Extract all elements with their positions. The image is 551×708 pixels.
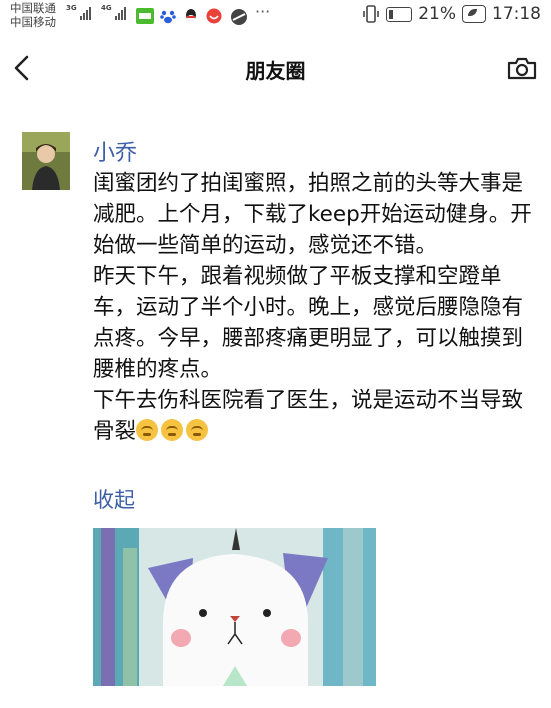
carrier-labels: 中国联通 中国移动	[10, 1, 56, 29]
iqiyi-app-icon	[136, 8, 154, 24]
network-type-2: 4G	[101, 4, 112, 12]
signal-icon-1	[80, 6, 91, 20]
browser-app-icon	[231, 9, 247, 25]
qq-app-icon	[186, 9, 196, 21]
vibrate-icon	[363, 5, 380, 23]
author-avatar[interactable]	[22, 132, 70, 190]
post-paragraph-3: 下午去伤科医院看了医生，说是运动不当导致骨裂	[93, 385, 539, 447]
post-paragraph-3-text: 下午去伤科医院看了医生，说是运动不当导致骨裂	[93, 388, 524, 444]
power-saving-icon	[462, 5, 486, 23]
battery-percent: 21%	[418, 4, 456, 24]
more-notifications: ···	[255, 2, 271, 21]
grimace-emoji-icon	[161, 419, 184, 441]
carrier-2: 中国移动	[10, 15, 56, 29]
network-type-1: 3G	[66, 4, 77, 12]
post-paragraph-1: 闺蜜团约了拍闺蜜照，拍照之前的头等大事是减肥。上个月，下载了keep开始运动健身…	[93, 171, 532, 258]
status-right: 21% 17:18	[362, 4, 541, 24]
post-paragraph-2: 昨天下午，跟着视频做了平板支撑和空蹬单车，运动了半个小时。晚上，感觉后腰隐隐有点…	[93, 264, 524, 382]
battery-icon	[386, 6, 413, 22]
weibo-app-icon	[206, 8, 222, 24]
page-title: 朋友圈	[245, 59, 306, 83]
author-name[interactable]: 小乔	[93, 135, 137, 167]
grimace-emoji-icon	[136, 419, 159, 441]
status-bar: 中国联通 中国移动 3G 4G ··· 21% 17:18	[0, 0, 551, 32]
post-content: 闺蜜团约了拍闺蜜照，拍照之前的头等大事是减肥。上个月，下载了keep开始运动健身…	[93, 168, 539, 447]
nav-bar: 朋友圈	[0, 40, 551, 96]
carrier-1: 中国联通	[10, 1, 56, 15]
camera-icon[interactable]	[507, 56, 537, 80]
baidu-app-icon	[160, 10, 176, 24]
clock-time: 17:18	[492, 4, 541, 24]
grimace-emoji-icon	[186, 419, 209, 441]
collapse-link[interactable]: 收起	[93, 484, 135, 514]
post-photo-bunny[interactable]	[93, 528, 376, 686]
signal-icon-2	[115, 6, 126, 20]
